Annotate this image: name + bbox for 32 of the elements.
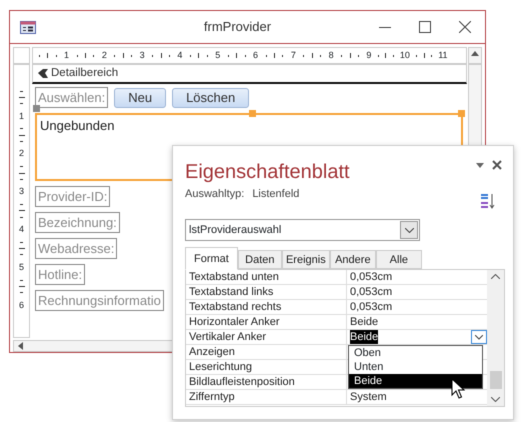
ruler-number: 5: [18, 260, 24, 274]
property-name: Textabstand rechts: [186, 300, 347, 314]
ruler-number: 2: [102, 48, 107, 62]
property-name: Leserichtung: [186, 360, 347, 374]
object-name: lstProviderauswahl: [189, 222, 282, 238]
ruler-number: 1: [64, 48, 70, 62]
ruler-number: 1: [18, 110, 24, 123]
ruler-number: 9: [366, 48, 372, 62]
selection-type-label: Auswahltyp:: [185, 187, 244, 202]
property-name: Anzeigen: [186, 345, 347, 359]
window-title: frmProvider: [204, 19, 272, 34]
property-name: Vertikaler Anker: [186, 330, 347, 344]
section-title: Detailbereich: [51, 66, 118, 81]
property-name: Textabstand links: [186, 285, 347, 299]
property-name: Bildlaufleistenposition: [186, 375, 347, 389]
ruler-number: 4: [18, 222, 24, 236]
property-name: Textabstand unten: [186, 270, 347, 284]
ruler-number: 4: [177, 48, 182, 62]
property-name: Horizontaler Anker: [186, 315, 347, 329]
ruler-number: 7: [290, 48, 296, 62]
ruler-number: 5: [215, 48, 220, 62]
ruler-number: 6: [253, 48, 258, 62]
ruler-number: 6: [18, 298, 24, 312]
ruler-number: 3: [18, 185, 24, 198]
ruler-number: 10: [400, 48, 410, 62]
property-name: Zifferntyp: [186, 390, 347, 404]
ruler-number: 3: [140, 48, 145, 62]
sheet-title: Eigenschaftenblatt: [185, 160, 351, 185]
selection-type: Listenfeld: [252, 187, 300, 202]
ruler-number: 11: [438, 48, 448, 62]
ruler-number: 2: [18, 147, 24, 160]
ruler-number: 8: [328, 48, 334, 62]
